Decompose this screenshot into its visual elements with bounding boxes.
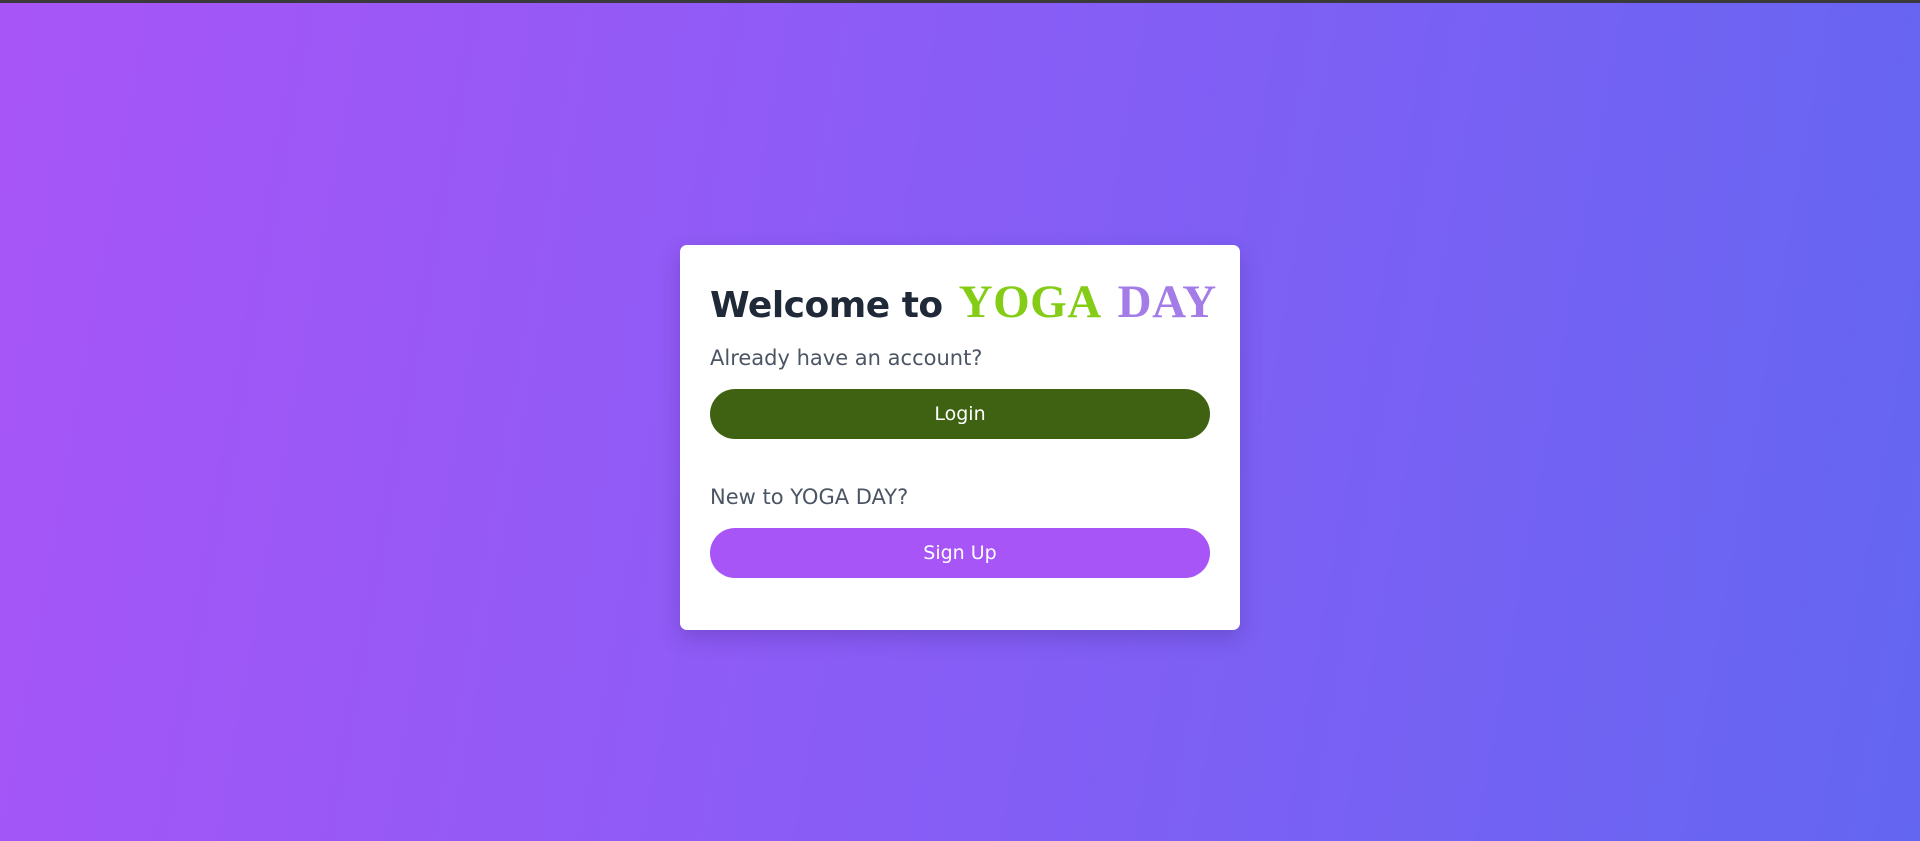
brand-yoga: YOGA xyxy=(958,276,1102,328)
window-top-border xyxy=(0,0,1920,3)
sign-up-button[interactable]: Sign Up xyxy=(710,528,1210,578)
welcome-heading: Welcome to YOGA DAY xyxy=(710,275,1216,328)
welcome-text: Welcome to xyxy=(710,285,943,326)
login-button[interactable]: Login xyxy=(710,389,1210,439)
welcome-card: Welcome to YOGA DAY Already have an acco… xyxy=(680,245,1240,630)
brand-day: DAY xyxy=(1117,276,1217,328)
login-prompt: Already have an account? xyxy=(710,346,983,370)
signup-prompt: New to YOGA DAY? xyxy=(710,485,909,509)
